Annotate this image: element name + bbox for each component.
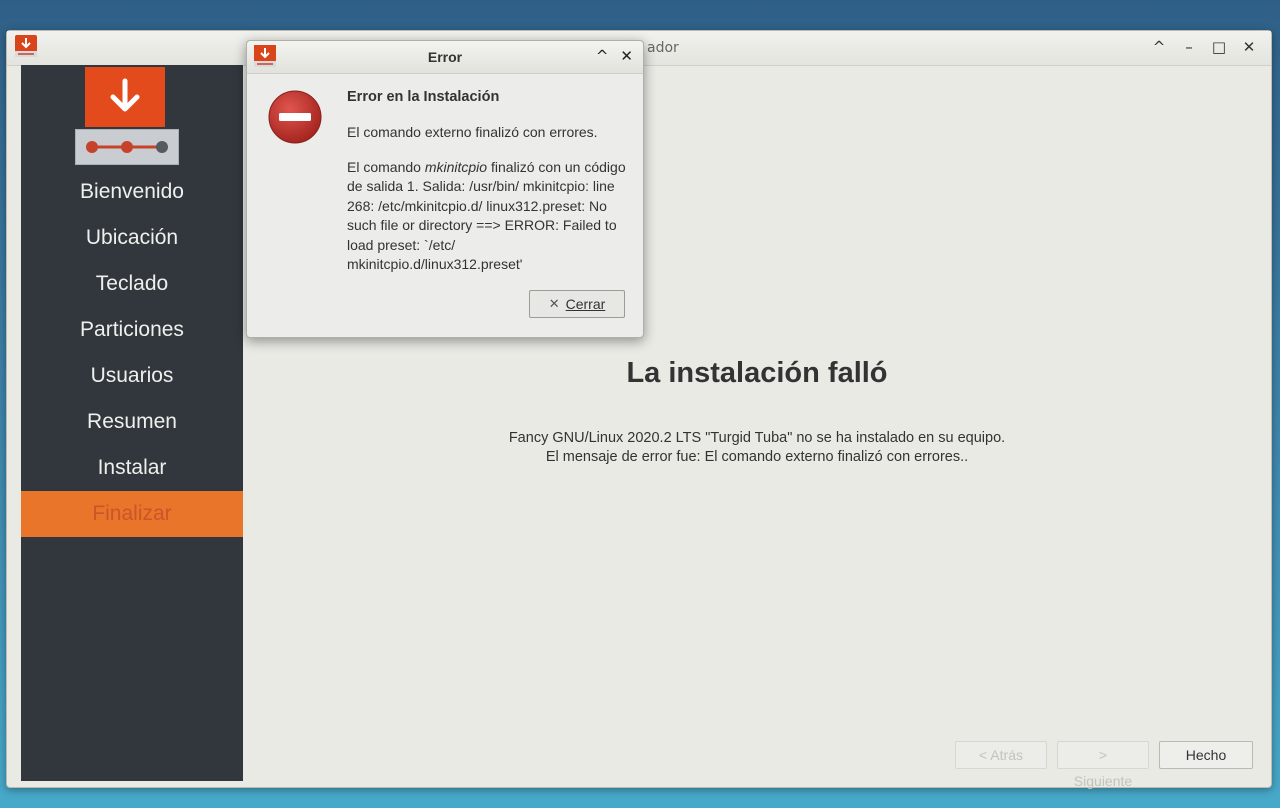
close-window-icon[interactable]: ✕ xyxy=(1241,39,1257,55)
sidebar-nav: Bienvenido Ubicación Teclado Particiones… xyxy=(21,169,243,537)
failure-message: Fancy GNU/Linux 2020.2 LTS "Turgid Tuba"… xyxy=(243,429,1271,467)
error-dialog: Error ^ ✕ Error en la Instalación El com… xyxy=(246,40,644,338)
app-logo-icon xyxy=(15,35,37,57)
close-button[interactable]: ✕ Cerrar xyxy=(529,290,625,318)
failure-message-line2: El mensaje de error fue: El comando exte… xyxy=(545,449,969,465)
close-x-icon[interactable]: ✕ xyxy=(620,48,633,64)
sidebar-item-teclado[interactable]: Teclado xyxy=(21,261,243,307)
back-button[interactable]: < Atrás xyxy=(955,741,1047,769)
sidebar-item-finalizar[interactable]: Finalizar xyxy=(21,491,243,537)
sidebar-item-particiones[interactable]: Particiones xyxy=(21,307,243,353)
detail-prefix: El comando xyxy=(347,159,425,175)
sidebar-item-resumen[interactable]: Resumen xyxy=(21,399,243,445)
next-button[interactable]: > Siguiente xyxy=(1057,741,1149,789)
maximize-icon[interactable]: □ xyxy=(1211,39,1227,55)
failure-message-line1: Fancy GNU/Linux 2020.2 LTS "Turgid Tuba"… xyxy=(508,430,1006,446)
dialog-titlebar[interactable]: Error ^ ✕ xyxy=(247,41,643,74)
chevron-up-icon[interactable]: ^ xyxy=(596,48,609,64)
error-icon xyxy=(267,89,323,145)
detail-rest: finalizó con un código de salida 1. Sali… xyxy=(347,159,626,273)
dialog-summary: El comando externo finalizó con errores. xyxy=(347,124,598,140)
dialog-title: Error xyxy=(427,49,463,65)
done-button[interactable]: Hecho xyxy=(1159,741,1253,769)
sidebar-item-ubicacion[interactable]: Ubicación xyxy=(21,215,243,261)
sidebar-item-instalar[interactable]: Instalar xyxy=(21,445,243,491)
dialog-details: El comando mkinitcpio finalizó con un có… xyxy=(347,158,633,274)
dialog-heading: Error en la Instalación xyxy=(347,89,500,105)
sidebar-item-usuarios[interactable]: Usuarios xyxy=(21,353,243,399)
sidebar: Bienvenido Ubicación Teclado Particiones… xyxy=(21,65,243,781)
timeline-icon xyxy=(75,129,179,165)
page-title: La instalación falló xyxy=(626,357,888,389)
footer-buttons: < Atrás > Siguiente Hecho xyxy=(955,741,1253,789)
sidebar-item-bienvenido[interactable]: Bienvenido xyxy=(21,169,243,215)
download-arrow-icon xyxy=(85,67,165,127)
close-icon: ✕ xyxy=(548,296,560,311)
shade-window-icon[interactable]: ^ xyxy=(1151,39,1167,55)
window-title: ador xyxy=(647,40,679,56)
minimize-icon[interactable]: – xyxy=(1181,39,1197,55)
detail-command: mkinitcpio xyxy=(424,159,488,175)
close-button-label: Cerrar xyxy=(565,296,606,312)
